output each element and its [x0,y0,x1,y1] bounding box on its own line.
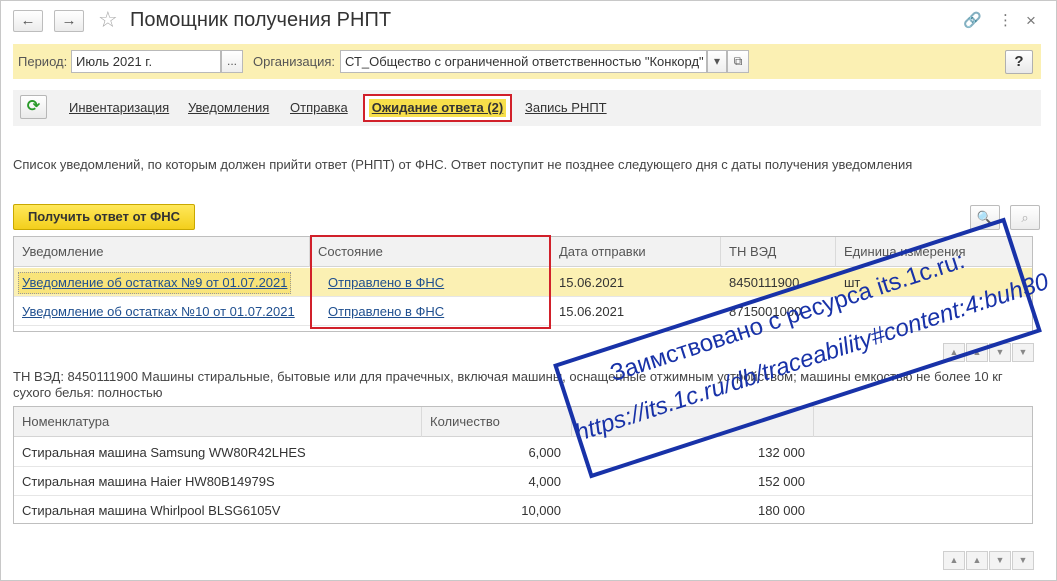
product-name-cell: Стиральная машина Whirlpool BLSG6105V [22,503,281,518]
product-name-cell: Стиральная машина Samsung WW80R42LHES [22,445,306,460]
arrow-left-icon: ← [20,12,36,29]
open-icon[interactable]: ⧉ [727,50,749,73]
refresh-icon: ⟳ [26,98,41,115]
quantity-cell: 4,000 [528,474,561,489]
forward-button[interactable]: → [54,10,84,32]
column-header[interactable]: Номенклатура [14,407,422,437]
favorite-star-icon[interactable]: ☆ [98,8,118,32]
chevron-down-icon[interactable]: ▾ [707,50,727,73]
table-row[interactable]: Стиральная машина Samsung WW80R42LHES 6,… [14,438,1032,467]
scroll-up-button[interactable]: ▲ [966,551,988,570]
notice-cell: Уведомление об остатках №9 от 01.07.2021 [18,268,310,297]
tab-inventory[interactable]: Инвентаризация [69,100,169,116]
notice-link[interactable]: Уведомление об остатках №10 от 01.07.202… [22,297,295,326]
page-title: Помощник получения РНПТ [130,9,392,31]
period-select-button[interactable]: ... [221,50,243,73]
tab-rnpt-record[interactable]: Запись РНПТ [525,100,607,116]
table-row[interactable]: Стиральная машина Haier HW80B14979S 4,00… [14,467,1032,496]
notice-link[interactable]: Уведомление об остатках №9 от 01.07.2021 [18,272,292,294]
scroll-first-button[interactable]: ▲ [943,551,965,570]
date-cell: 15.06.2021 [559,275,625,290]
product-name-cell: Стиральная машина Haier HW80B14979S [22,474,275,489]
description-text: Список уведомлений, по которым должен пр… [13,157,913,172]
link-icon[interactable]: 🔗 [963,12,982,30]
scroll-controls: ▲ ▲ ▼ ▼ [943,551,1035,571]
search-clear-button[interactable]: ⌕ [1010,205,1040,230]
scroll-last-button[interactable]: ▼ [1012,551,1034,570]
filter-bar: Период: Июль 2021 г. ... Организация: СТ… [13,44,1041,79]
tab-awaiting-response-label: Ожидание ответа (2) [369,99,506,117]
column-header[interactable]: Дата отправки [551,237,721,267]
highlight-frame [310,235,551,329]
table-row[interactable]: Стиральная машина Whirlpool BLSG6105V 10… [14,496,1032,525]
column-header[interactable]: Уведомление [14,237,310,267]
tab-awaiting-response[interactable]: Ожидание ответа (2) [363,94,512,122]
tab-notifications[interactable]: Уведомления [188,100,269,116]
organization-field[interactable]: СТ_Общество с ограниченной ответственнос… [340,50,707,73]
close-icon[interactable]: × [1026,12,1036,30]
column-header[interactable]: Количество [422,407,572,437]
title-bar: ← → ☆ Помощник получения РНПТ 🔗 ⋮ × [0,0,1055,42]
scroll-down-button[interactable]: ▼ [989,551,1011,570]
refresh-button[interactable]: ⟳ [20,95,47,119]
tabs-bar: ⟳ Инвентаризация Уведомления Отправка Ож… [13,90,1041,126]
more-icon[interactable]: ⋮ [998,12,1013,30]
back-button[interactable]: ← [13,10,43,32]
arrow-right-icon: → [61,12,77,29]
help-button[interactable]: ? [1005,50,1033,74]
period-label: Период: [18,54,68,69]
search-clear-icon: ⌕ [1021,210,1029,225]
quantity-cell: 6,000 [528,445,561,460]
get-response-button[interactable]: Получить ответ от ФНС [13,204,195,230]
period-field[interactable]: Июль 2021 г. [71,50,221,73]
organization-label: Организация: [253,54,336,69]
tab-sending[interactable]: Отправка [290,100,348,116]
quantity-cell: 10,000 [521,503,561,518]
